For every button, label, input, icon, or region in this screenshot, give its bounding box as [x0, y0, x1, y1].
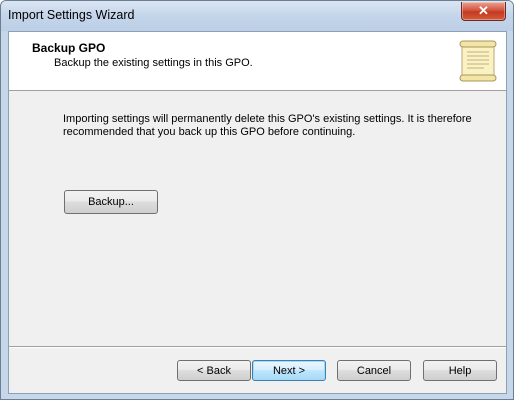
close-icon: ✕ [478, 3, 489, 18]
back-button[interactable]: < Back [177, 360, 251, 381]
scroll-icon [459, 40, 497, 82]
page-title: Backup GPO [32, 41, 106, 55]
warning-message: Importing settings will permanently dele… [63, 113, 472, 138]
wizard-client-area: Backup GPO Backup the existing settings … [8, 31, 507, 394]
next-button[interactable]: Next > [252, 360, 326, 381]
wizard-header: Backup GPO Backup the existing settings … [9, 32, 506, 91]
close-button[interactable]: ✕ [461, 2, 506, 21]
page-subtitle: Backup the existing settings in this GPO… [54, 57, 253, 69]
footer-separator [9, 346, 506, 348]
title-bar[interactable]: Import Settings Wizard ✕ [1, 1, 513, 31]
backup-button[interactable]: Backup... [64, 190, 158, 214]
cancel-button[interactable]: Cancel [337, 360, 411, 381]
wizard-window: Import Settings Wizard ✕ Backup GPO Back… [0, 0, 514, 400]
help-button[interactable]: Help [423, 360, 497, 381]
window-title: Import Settings Wizard [8, 8, 135, 22]
